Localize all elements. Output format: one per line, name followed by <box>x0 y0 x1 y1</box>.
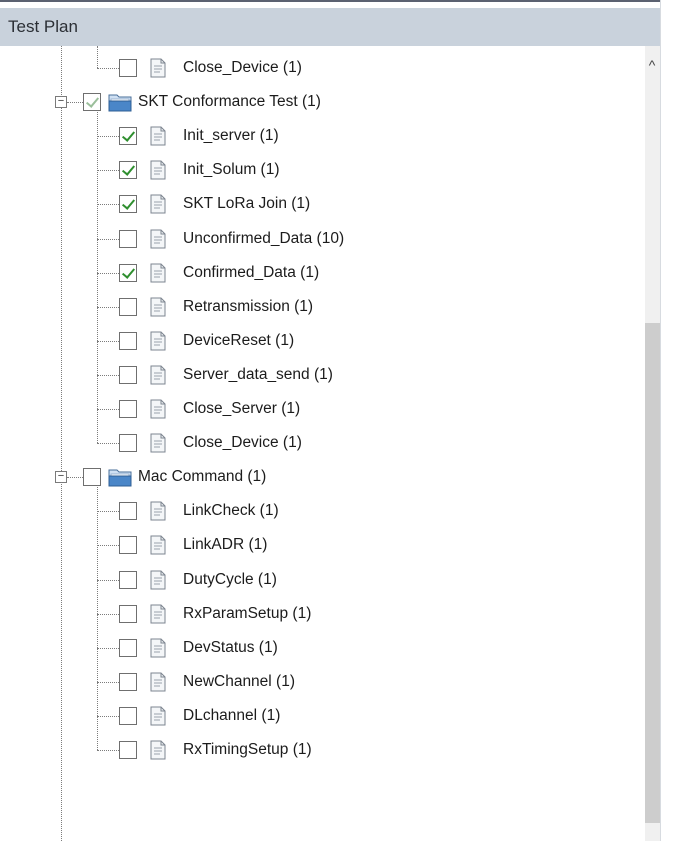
document-icon <box>150 58 166 78</box>
tree-item-label[interactable]: Unconfirmed_Data (10) <box>183 229 344 249</box>
tree-line <box>97 68 119 69</box>
tree-item-checkbox[interactable] <box>119 536 137 555</box>
document-icon <box>150 365 166 385</box>
document-icon <box>150 706 166 726</box>
document-icon <box>150 194 166 214</box>
collapse-icon[interactable]: − <box>55 471 67 484</box>
tree-item-checkbox[interactable] <box>119 195 137 214</box>
tree-item-label[interactable]: DLchannel (1) <box>183 706 280 726</box>
tree-item-checkbox[interactable] <box>119 365 137 384</box>
tree-item-checkbox[interactable] <box>119 297 137 316</box>
tree-line <box>97 112 98 444</box>
document-icon <box>150 433 166 453</box>
tree-line <box>97 136 119 138</box>
panel-right-edge <box>660 0 676 841</box>
panel-title: Test Plan <box>8 17 78 36</box>
tree-folder-label[interactable]: SKT Conformance Test (1) <box>138 92 321 112</box>
tree-item-label[interactable]: Close_Device (1) <box>183 433 302 453</box>
document-icon <box>150 638 166 658</box>
panel-header: Test Plan <box>0 8 660 46</box>
document-icon <box>150 672 166 692</box>
tree-item-label[interactable]: DeviceReset (1) <box>183 331 294 351</box>
tree-item-checkbox[interactable] <box>119 434 137 453</box>
tree-item-checkbox[interactable] <box>119 263 137 282</box>
scroll-up-icon[interactable]: ^ <box>646 58 658 72</box>
scrollbar-thumb[interactable] <box>645 323 660 823</box>
tree-item-label[interactable]: LinkCheck (1) <box>183 501 279 521</box>
tree-item-label[interactable]: Init_Solum (1) <box>183 160 279 180</box>
document-icon <box>150 126 166 146</box>
tree-line <box>97 487 98 750</box>
document-icon <box>150 263 166 283</box>
tree-line <box>97 750 119 751</box>
tree-item-checkbox[interactable] <box>119 400 137 418</box>
tree-line <box>97 511 119 513</box>
document-icon <box>150 604 166 624</box>
tree-item-checkbox[interactable] <box>119 638 137 657</box>
tree-item-checkbox[interactable] <box>119 331 137 350</box>
tree-item-label[interactable]: RxParamSetup (1) <box>183 604 311 624</box>
tree-line <box>97 204 119 206</box>
tree-item-label[interactable]: NewChannel (1) <box>183 672 295 692</box>
tree-item-checkbox[interactable] <box>119 672 137 691</box>
document-icon <box>150 501 166 521</box>
tree-item-checkbox[interactable] <box>119 127 137 146</box>
tree-line <box>97 409 119 410</box>
tree-item-label[interactable]: Server_data_send (1) <box>183 365 333 385</box>
collapse-icon[interactable]: − <box>55 96 67 109</box>
document-icon <box>150 331 166 351</box>
tree-item-label[interactable]: DutyCycle (1) <box>183 570 277 590</box>
tree-line <box>97 715 119 717</box>
folder-icon <box>108 467 132 487</box>
tree-line <box>61 46 62 841</box>
document-icon <box>150 399 166 419</box>
tree-item-checkbox[interactable] <box>83 93 101 112</box>
tree-item-label[interactable]: Confirmed_Data (1) <box>183 263 319 283</box>
tree-item-checkbox[interactable] <box>119 741 137 759</box>
tree-line <box>97 374 119 376</box>
tree-folder-label[interactable]: Mac Command (1) <box>138 467 266 487</box>
tree-item-label[interactable]: Retransmission (1) <box>183 297 313 317</box>
panel-top-border <box>0 0 660 8</box>
tree-line <box>67 102 83 104</box>
tree-item-label[interactable]: LinkADR (1) <box>183 535 267 555</box>
tree-item-checkbox[interactable] <box>119 502 137 521</box>
document-icon <box>150 740 166 760</box>
tree-item-label[interactable]: RxTimingSetup (1) <box>183 740 312 760</box>
tree-item-label[interactable]: DevStatus (1) <box>183 638 278 658</box>
tree-line <box>97 238 119 240</box>
tree-line <box>97 647 119 649</box>
tree-line <box>97 170 119 172</box>
test-plan-panel: Test Plan Close_Device (1) − SKT Conforman… <box>0 0 676 841</box>
folder-icon <box>108 92 132 112</box>
tree-item-checkbox[interactable] <box>119 229 137 248</box>
tree-line <box>97 681 119 683</box>
document-icon <box>150 160 166 180</box>
document-icon <box>150 570 166 590</box>
tree-line <box>97 579 119 581</box>
document-icon <box>150 297 166 317</box>
document-icon <box>150 535 166 555</box>
tree-line <box>97 443 119 445</box>
tree-item-checkbox[interactable] <box>83 468 101 487</box>
tree-line <box>97 613 119 615</box>
tree-item-label[interactable]: SKT LoRa Join (1) <box>183 194 310 214</box>
tree-item-checkbox[interactable] <box>119 604 137 623</box>
tree-item-checkbox[interactable] <box>119 570 137 589</box>
tree-line <box>97 545 119 547</box>
tree-line <box>67 477 83 479</box>
tree-item-label[interactable]: Init_server (1) <box>183 126 279 146</box>
tree-item-checkbox[interactable] <box>119 59 137 77</box>
tree-line <box>97 306 119 308</box>
tree-line <box>97 340 119 342</box>
tree-item-label[interactable]: Close_Server (1) <box>183 399 300 419</box>
tree-item-checkbox[interactable] <box>119 161 137 180</box>
test-plan-tree: Close_Device (1) − SKT Conformance Test (1… <box>0 46 640 841</box>
tree-item-label[interactable]: Close_Device (1) <box>183 58 302 78</box>
tree-line <box>97 46 98 68</box>
tree-line <box>97 272 119 274</box>
tree-item-checkbox[interactable] <box>119 706 137 725</box>
document-icon <box>150 229 166 249</box>
